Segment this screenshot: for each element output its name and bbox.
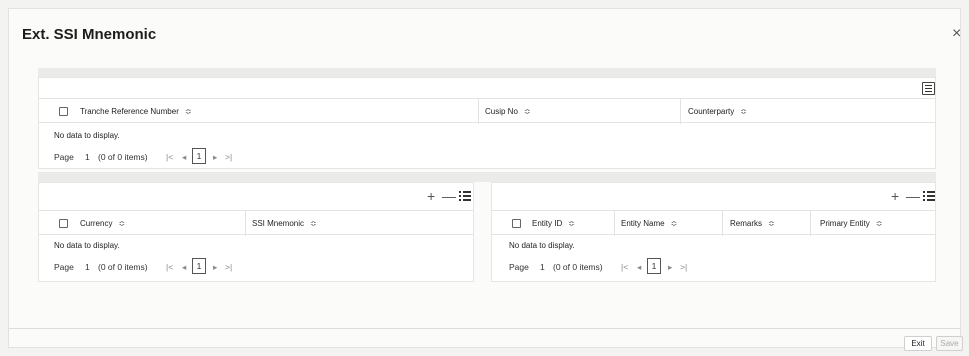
col-currency[interactable]: Currency ≎ — [80, 219, 125, 228]
current-page[interactable]: 1 — [647, 258, 661, 274]
next-page-button[interactable]: ▸ — [668, 262, 672, 273]
col-ssi-mnemonic[interactable]: SSI Mnemonic ≎ — [252, 219, 317, 228]
close-icon[interactable]: × — [952, 26, 961, 42]
pagination: Page 1 (0 of 0 items) |< ◂ 1 ▸ >| — [54, 148, 314, 166]
list-icon[interactable] — [459, 190, 471, 202]
col-cusip-no[interactable]: Cusip No ≎ — [485, 107, 531, 116]
prev-page-button[interactable]: ◂ — [182, 152, 186, 163]
sort-icon[interactable]: ≎ — [876, 219, 883, 228]
col-entity-id[interactable]: Entity ID ≎ — [532, 219, 575, 228]
last-page-button[interactable]: >| — [680, 262, 687, 272]
empty-message: No data to display. — [54, 131, 120, 140]
add-row-button[interactable]: + — [891, 189, 899, 203]
select-all-checkbox[interactable] — [512, 219, 521, 228]
dialog-title: Ext. SSI Mnemonic — [22, 26, 157, 43]
first-page-button[interactable]: |< — [621, 262, 628, 272]
next-page-button[interactable]: ▸ — [213, 152, 217, 163]
current-page[interactable]: 1 — [192, 258, 206, 274]
tranche-grid-header: Tranche Reference Number ≎ Cusip No ≎ Coun… — [39, 98, 935, 124]
save-button[interactable]: Save — [936, 336, 963, 351]
empty-message: No data to display. — [54, 241, 120, 250]
col-remarks[interactable]: Remarks ≎ — [730, 219, 775, 228]
section-band — [38, 172, 936, 182]
list-icon[interactable] — [923, 190, 935, 202]
prev-page-button[interactable]: ◂ — [637, 262, 641, 273]
remove-row-button[interactable]: — — [442, 189, 456, 203]
col-primary-entity[interactable]: Primary Entity ≎ — [820, 219, 883, 228]
sort-icon[interactable]: ≎ — [740, 107, 747, 116]
sort-icon[interactable]: ≎ — [568, 219, 575, 228]
first-page-button[interactable]: |< — [166, 262, 173, 272]
pagination: Page 1 (0 of 0 items) |< ◂ 1 ▸ >| — [54, 258, 314, 276]
remove-row-button[interactable]: — — [906, 189, 920, 203]
page-input[interactable]: 1 — [540, 262, 545, 272]
col-counterparty[interactable]: Counterparty ≎ — [688, 107, 747, 116]
col-entity-name[interactable]: Entity Name ≎ — [621, 219, 677, 228]
currency-grid-panel: + — Currency ≎ SSI Mnemonic ≎ No data to d… — [38, 182, 474, 282]
sort-icon[interactable]: ≎ — [671, 219, 678, 228]
select-all-checkbox[interactable] — [59, 107, 68, 116]
add-row-button[interactable]: + — [427, 189, 435, 203]
empty-message: No data to display. — [509, 241, 575, 250]
currency-grid-header: Currency ≎ SSI Mnemonic ≎ — [39, 210, 473, 236]
sort-icon[interactable]: ≎ — [185, 107, 192, 116]
last-page-button[interactable]: >| — [225, 262, 232, 272]
entity-grid-panel: + — Entity ID ≎ Entity Name ≎ Remarks ≎ Pri… — [491, 182, 936, 282]
tranche-grid-panel: Tranche Reference Number ≎ Cusip No ≎ Coun… — [38, 77, 936, 169]
last-page-button[interactable]: >| — [225, 152, 232, 162]
sort-icon[interactable]: ≎ — [524, 107, 531, 116]
prev-page-button[interactable]: ◂ — [182, 262, 186, 273]
first-page-button[interactable]: |< — [166, 152, 173, 162]
page-input[interactable]: 1 — [85, 152, 90, 162]
next-page-button[interactable]: ▸ — [213, 262, 217, 273]
entity-grid-header: Entity ID ≎ Entity Name ≎ Remarks ≎ Primary… — [492, 210, 935, 236]
footer-divider — [9, 328, 961, 329]
pagination: Page 1 (0 of 0 items) |< ◂ 1 ▸ >| — [509, 258, 769, 276]
sort-icon[interactable]: ≎ — [118, 219, 125, 228]
column-menu-icon[interactable] — [922, 82, 935, 95]
select-all-checkbox[interactable] — [59, 219, 68, 228]
exit-button[interactable]: Exit — [904, 336, 932, 351]
sort-icon[interactable]: ≎ — [768, 219, 775, 228]
sort-icon[interactable]: ≎ — [310, 219, 317, 228]
col-tranche-ref[interactable]: Tranche Reference Number ≎ — [80, 107, 192, 116]
page-input[interactable]: 1 — [85, 262, 90, 272]
current-page[interactable]: 1 — [192, 148, 206, 164]
